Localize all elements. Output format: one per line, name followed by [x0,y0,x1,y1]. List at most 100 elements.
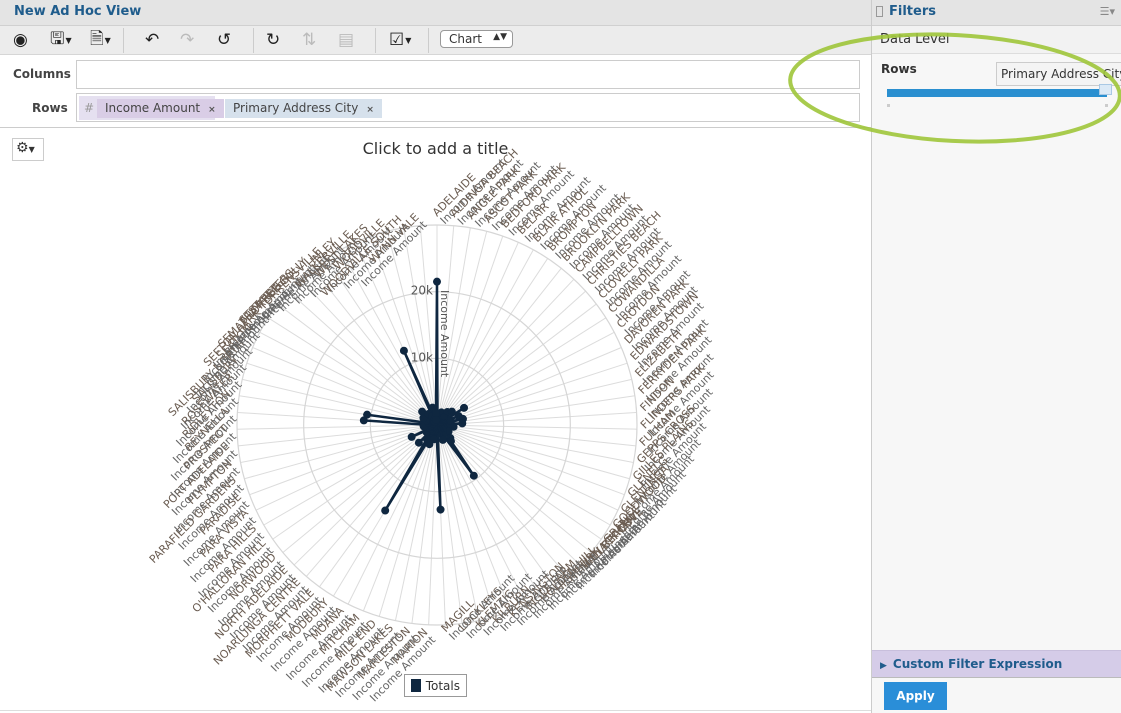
grid-spoke [436,424,446,625]
category-label: LOCKLEYS [456,585,505,634]
reset-icon[interactable]: ↺ [217,29,231,51]
category-label: HALLETT COVE [579,505,646,572]
grid-spoke [436,424,611,526]
data-point [429,422,438,431]
collapse-panel-icon[interactable] [876,6,883,17]
columns-drop-zone[interactable] [76,60,860,89]
eye-icon[interactable]: ◉ [13,29,28,51]
category-label: ASCOT PARK [482,167,541,226]
level-tooltip: Primary Address City [996,62,1121,86]
category-label: GEPPS CROSS [634,402,698,466]
category-label: WOODVILLE [331,216,387,272]
data-point [359,416,368,425]
category-label: INGLE FARM [522,557,578,613]
sort-icon[interactable]: ⇅ [302,29,316,51]
grid-spoke [436,278,575,426]
data-point [437,418,446,427]
view-type-select[interactable]: Chart ▲▼ [440,30,513,48]
category-sublabel: Income Amount [299,619,370,690]
category-sublabel: Income Amount [234,274,305,345]
category-sublabel: Income Amount [192,329,263,400]
category-label: CROYDON [614,282,662,330]
grid-spoke [246,362,438,426]
grid-ring [236,224,638,626]
remove-icon[interactable]: × [208,105,216,115]
row-pill-income-amount[interactable]: Income Amount × [97,99,224,118]
category-label: FLINDERS PARK [638,361,708,431]
category-label: PARADISE [197,490,244,537]
data-point [438,435,447,444]
chart-title[interactable]: Click to add a title [0,139,871,158]
slider-handle[interactable] [1099,84,1112,95]
grid-spoke [362,424,438,612]
data-point [427,421,436,430]
category-sublabel: Income Amount [553,190,624,261]
category-label: CLOVELLY PARK [596,231,666,301]
grid-spoke [436,249,534,426]
chart-legend[interactable]: Totals [404,674,467,697]
radial-tick-label: 20k [411,284,433,298]
category-sublabel: Income Amount [472,158,543,229]
export-icon[interactable]: 🗎 ▼ [90,29,111,51]
category-label: KENSINGTON [507,560,568,621]
undo-icon[interactable]: ↶ [145,29,159,51]
row-pill-primary-address-city[interactable]: Primary Address City × [225,99,382,118]
grid-spoke [436,242,519,426]
data-point [381,506,390,515]
category-sublabel: Income Amount [341,220,412,291]
category-sublabel: Income Amount [498,563,569,634]
grid-spoke [272,424,438,540]
category-sublabel: Income Amount [174,378,245,449]
remove-icon[interactable]: × [366,105,374,115]
save-icon[interactable]: 🖫 ▼ [50,29,72,51]
grid-spoke [436,424,625,496]
data-point [443,407,452,416]
category-sublabel: Income Amount [438,156,509,227]
rows-drop-zone[interactable]: # Income Amount × Primary Address City × [76,93,860,122]
category-sublabel: Income Amount [268,603,339,674]
category-sublabel: Income Amount [455,156,526,227]
grid-spoke [436,424,512,612]
data-point [438,421,447,430]
data-point [439,418,448,427]
grid-spoke [305,424,438,577]
data-point [419,422,428,431]
category-sublabel: Income Amount [291,235,362,306]
data-point [458,414,467,423]
switch-axes-icon[interactable]: ↻ [266,29,280,51]
data-point [425,440,434,449]
grid-spoke [436,411,637,426]
data-point [424,419,433,428]
category-label: PROSPECT [181,422,231,472]
category-label: NORTH ADELAIDE [212,563,290,641]
redo-icon[interactable]: ↷ [180,29,194,51]
category-label: HENLEY BEACH [566,516,635,585]
data-point [422,435,431,444]
data-point [435,418,444,427]
data-level-slider[interactable] [887,89,1107,97]
rows-level-label: Rows [881,62,917,76]
grid-spoke [237,411,438,426]
category-label: KILBURN [490,583,533,626]
display-options-icon[interactable]: ☑ ▼ [389,29,411,51]
category-label: ROSEWATER [179,370,237,428]
category-label: RIDLEYTON [180,388,234,442]
category-label: FULHAM [637,407,679,449]
category-label: CAMPBELLTOWN [572,202,646,276]
category-label: PARA VISTA [197,506,251,560]
data-point [426,424,435,433]
data-point [446,434,455,443]
apply-button[interactable]: Apply [884,682,947,710]
custom-filter-expression-toggle[interactable]: ▶ Custom Filter Expression [872,650,1121,678]
category-sublabel: Income Amount [168,430,239,501]
layout-icon[interactable]: ▤ [338,29,354,51]
category-sublabel: Income Amount [645,350,716,421]
category-label: FERRYDEN PARK [636,323,709,396]
data-point [460,403,469,412]
data-point [435,426,444,435]
data-point [436,421,445,430]
category-label: SALISBURY NORTH [166,337,248,419]
grid-spoke [288,290,438,426]
grid-spoke [340,249,438,426]
menu-icon[interactable]: ☰▾ [1100,5,1115,18]
